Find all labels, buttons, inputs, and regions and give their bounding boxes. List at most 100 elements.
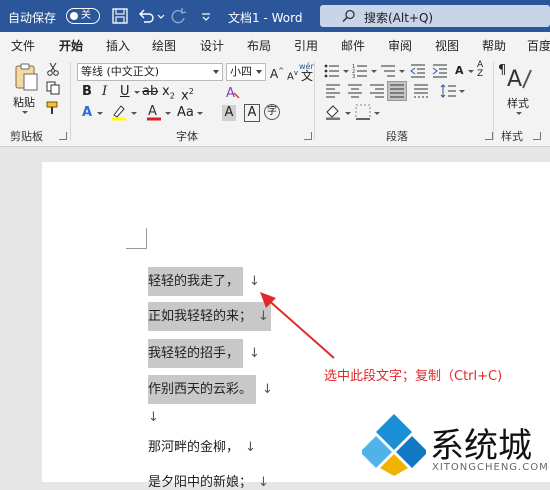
tab-view[interactable]: 视图 [435,37,459,54]
subscript-icon[interactable]: x2 [162,84,175,105]
styles-launcher-icon[interactable] [533,132,541,140]
search-box[interactable]: 搜索(Alt+Q) [320,5,550,27]
group-divider [493,62,494,140]
font-color-dropdown-icon[interactable] [165,112,171,115]
italic-icon[interactable]: I [102,84,107,100]
tab-review[interactable]: 审阅 [388,37,412,54]
chinese-layout-dropdown-icon[interactable] [468,70,474,73]
format-painter-icon[interactable] [46,101,60,115]
copy-icon[interactable] [46,81,60,95]
underline-dropdown-icon[interactable] [134,91,140,94]
tab-insert[interactable]: 插入 [106,37,130,54]
tab-home[interactable]: 开始 [59,37,84,60]
selected-text[interactable]: 作别西天的云彩。 [148,375,257,404]
grow-font-icon[interactable]: A^ [270,63,284,82]
font-size-value: 小四 [230,65,252,78]
undo-dropdown-icon[interactable] [156,6,166,26]
svg-text:A: A [507,67,522,92]
shrink-font-icon[interactable]: Av [287,65,298,85]
align-right-icon[interactable] [370,84,384,98]
styles-group-label: 样式 [501,130,523,143]
character-border-icon[interactable]: A [244,104,260,122]
tab-baidu[interactable]: 百度 [527,37,550,54]
numbering-dropdown-icon[interactable] [371,70,377,73]
group-divider [314,62,315,140]
shading-dropdown-icon[interactable] [345,112,351,115]
selected-text[interactable]: 我轻轻的招手， [148,339,244,368]
superscript-icon[interactable]: x2 [181,84,194,104]
doc-line[interactable]: 是夕阳中的新娘； ↓ [148,471,269,490]
chinese-layout-icon[interactable]: A [455,63,464,79]
clear-formatting-icon[interactable]: A [224,84,242,100]
shading-icon[interactable] [324,104,342,120]
font-color-icon[interactable]: A [146,103,162,121]
increase-indent-icon[interactable] [432,64,448,78]
tab-design[interactable]: 设计 [200,37,224,54]
sort-icon[interactable]: AZ [477,61,483,79]
character-shading-icon[interactable]: A [222,105,236,121]
font-name-combo[interactable]: 等线 (中文正文) [77,63,223,81]
bullets-dropdown-icon[interactable] [343,70,349,73]
underline-icon[interactable]: U [120,84,130,100]
bold-icon[interactable]: B [82,84,92,100]
logo-diamond-icon [362,414,426,476]
doc-line[interactable]: 轻轻的我走了， ↓ [148,267,260,296]
watermark-brand: 系统城 [430,426,532,466]
distributed-icon[interactable] [414,84,428,98]
line-spacing-dropdown-icon[interactable] [459,90,465,93]
enclose-characters-icon[interactable]: 字 [264,104,280,120]
paste-icon[interactable] [13,62,39,92]
line-text[interactable]: 是夕阳中的新娘； [148,475,252,490]
styles-dropdown-icon[interactable] [516,112,522,115]
borders-dropdown-icon[interactable] [374,112,380,115]
doc-line[interactable]: 我轻轻的招手， ↓ [148,339,260,368]
tab-layout[interactable]: 布局 [247,37,271,54]
tab-draw[interactable]: 绘图 [152,37,176,54]
tab-references[interactable]: 引用 [294,37,318,54]
borders-icon[interactable] [355,104,371,120]
doc-line[interactable]: 那河畔的金柳， ↓ [148,436,256,455]
text-effects-dropdown-icon[interactable] [97,112,103,115]
font-size-combo[interactable]: 小四 [226,63,266,81]
text-effects-icon[interactable]: A [82,105,92,121]
numbering-icon[interactable]: 1 2 3 [352,64,368,78]
align-left-icon[interactable] [326,84,340,98]
phonetic-guide-char[interactable]: 文 [301,68,313,84]
justify-button[interactable] [387,81,407,101]
decrease-indent-icon[interactable] [410,64,426,78]
highlight-icon[interactable] [110,103,128,121]
annotation-arrow [260,292,335,359]
tab-file[interactable]: 文件 [11,37,35,54]
paragraph-launcher-icon[interactable] [485,132,493,140]
save-icon[interactable] [110,6,130,26]
paragraph-mark: ↓ [262,382,273,397]
paste-label[interactable]: 粘贴 [13,94,35,110]
undo-icon[interactable] [136,6,156,26]
clipboard-launcher-icon[interactable] [59,132,67,140]
doc-line[interactable]: 作别西天的云彩。 ↓ [148,375,273,404]
bullets-icon[interactable] [324,64,340,78]
selected-text[interactable]: 正如我轻轻的来； [148,302,257,331]
highlight-dropdown-icon[interactable] [131,112,137,115]
paste-dropdown-icon[interactable] [22,111,28,114]
document-page[interactable]: 轻轻的我走了， ↓ 正如我轻轻的来； ↓ 我轻轻的招手， ↓ 作别西天的云彩。 ↓ ↓ … [42,162,550,490]
multilevel-list-icon[interactable] [380,64,396,78]
tab-mailings[interactable]: 邮件 [341,37,365,54]
cut-icon[interactable] [46,62,60,76]
tab-help[interactable]: 帮助 [482,37,506,54]
redo-icon[interactable] [168,6,188,26]
styles-label[interactable]: 样式 [507,95,529,111]
change-case-dropdown-icon[interactable] [197,112,203,115]
font-launcher-icon[interactable] [304,132,312,140]
styles-icon[interactable]: A [505,64,533,92]
selected-text[interactable]: 轻轻的我走了， [148,267,244,296]
line-text[interactable]: 那河畔的金柳， [148,440,239,455]
customize-toolbar-icon[interactable] [200,6,212,26]
change-case-icon[interactable]: Aa [177,105,194,121]
line-spacing-icon[interactable] [440,84,456,98]
autosave-toggle[interactable]: 关 [66,8,100,24]
multilevel-dropdown-icon[interactable] [399,70,405,73]
strikethrough-icon[interactable]: ab [142,84,158,100]
doc-line[interactable]: ↓ [148,410,159,425]
align-center-icon[interactable] [348,84,362,98]
